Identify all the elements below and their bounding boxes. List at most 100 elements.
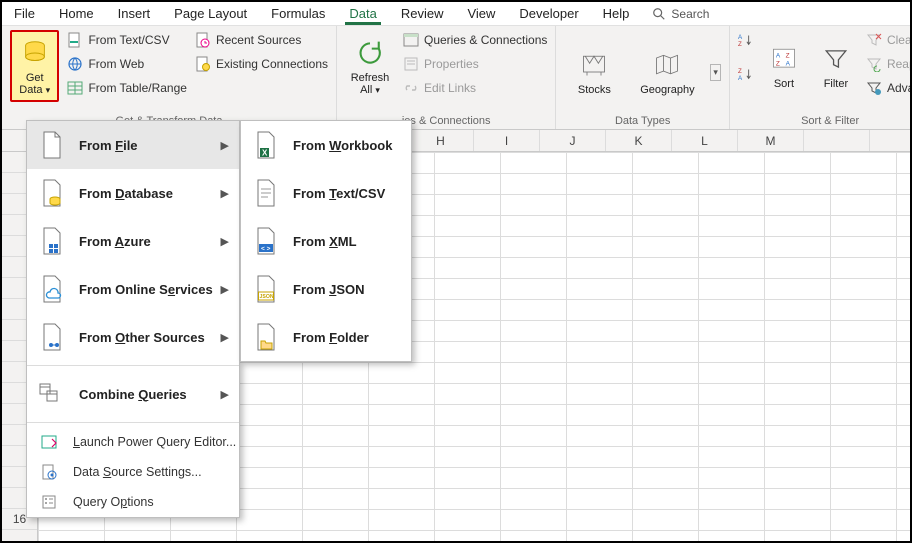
tab-review[interactable]: Review: [389, 3, 456, 24]
connection-icon: [195, 56, 211, 72]
file-db-icon: [39, 178, 65, 208]
from-web-button[interactable]: From Web: [67, 54, 187, 74]
stocks-icon: [578, 49, 610, 81]
clear-filter-button: Clear: [866, 30, 912, 50]
geography-button[interactable]: Geography: [632, 36, 702, 108]
sort-desc-icon: ZA: [738, 66, 754, 82]
svg-text:Z: Z: [738, 41, 742, 48]
filter-button[interactable]: Filter: [814, 30, 858, 102]
tab-pagelayout[interactable]: Page Layout: [162, 3, 259, 24]
properties-icon: [403, 56, 419, 72]
queries-connections-button[interactable]: Queries & Connections: [403, 30, 547, 50]
svg-text:Z: Z: [738, 68, 742, 75]
chevron-right-icon: ▶: [221, 235, 229, 248]
ribbon-tabs: File Home Insert Page Layout Formulas Da…: [2, 2, 910, 26]
reapply-button: Reapp: [866, 54, 912, 74]
file-csv-icon: [67, 32, 83, 48]
menu-from-online-services[interactable]: From Online Services ▶: [27, 265, 239, 313]
menu-from-azure[interactable]: From Azure ▶: [27, 217, 239, 265]
svg-text:Z: Z: [776, 60, 780, 67]
sort-button[interactable]: AZZA Sort: [762, 30, 806, 102]
search-box[interactable]: Search: [641, 3, 719, 25]
group-label-datatypes: Data Types: [564, 114, 721, 127]
search-icon: [651, 6, 667, 22]
reapply-icon: [866, 56, 882, 72]
existing-connections-button[interactable]: Existing Connections: [195, 54, 328, 74]
advanced-filter-button[interactable]: Advan: [866, 78, 912, 98]
link-icon: [403, 80, 419, 96]
group-label-sortfilter: Sort & Filter: [738, 114, 912, 127]
chevron-right-icon: ▶: [221, 283, 229, 296]
group-sort-filter: AZ ZA AZZA Sort Filter: [730, 26, 912, 129]
svg-text:A: A: [738, 75, 743, 82]
file-xml-icon: < >: [253, 226, 279, 256]
table-icon: [67, 80, 83, 96]
submenu-from-textcsv[interactable]: From Text/CSV: [241, 169, 411, 217]
map-icon: [651, 49, 683, 81]
queries-icon: [403, 32, 419, 48]
advanced-icon: [866, 80, 882, 96]
svg-text:A: A: [738, 34, 743, 41]
database-icon: [19, 37, 51, 69]
combine-icon: [39, 379, 65, 409]
submenu-from-xml[interactable]: < > From XML: [241, 217, 411, 265]
pq-editor-icon: [39, 432, 59, 452]
options-icon: [39, 492, 59, 512]
sort-asc-icon: AZ: [738, 32, 754, 48]
menu-from-database[interactable]: From Database ▶: [27, 169, 239, 217]
tab-formulas[interactable]: Formulas: [259, 3, 337, 24]
tab-view[interactable]: View: [455, 3, 507, 24]
submenu-from-json[interactable]: JSON From JSON: [241, 265, 411, 313]
menu-from-other-sources[interactable]: From Other Sources ▶: [27, 313, 239, 361]
file-folder-icon: [253, 322, 279, 352]
svg-text:A: A: [776, 52, 781, 59]
svg-text:JSON: JSON: [260, 294, 274, 300]
chevron-right-icon: ▶: [221, 139, 229, 152]
menu-query-options[interactable]: Query Options: [27, 487, 239, 517]
sort-desc-button[interactable]: ZA: [738, 64, 754, 84]
properties-button: Properties: [403, 54, 547, 74]
from-table-range-button[interactable]: From Table/Range: [67, 78, 187, 98]
menu-combine-queries[interactable]: Combine Queries ▶: [27, 370, 239, 418]
datatypes-expand-button[interactable]: ▾: [710, 64, 721, 81]
stocks-button[interactable]: Stocks: [564, 36, 624, 108]
tab-data[interactable]: Data: [337, 3, 388, 24]
clear-icon: [866, 32, 882, 48]
tab-file[interactable]: File: [2, 3, 47, 24]
file-text-icon: [253, 178, 279, 208]
recent-icon: [195, 32, 211, 48]
funnel-icon: [820, 43, 852, 75]
chevron-right-icon: ▶: [221, 388, 229, 401]
menu-data-source-settings[interactable]: Data Source Settings...: [27, 457, 239, 487]
recent-sources-button[interactable]: Recent Sources: [195, 30, 328, 50]
group-data-types: Stocks Geography ▾ Data Types: [556, 26, 730, 129]
refresh-all-button[interactable]: RefreshAll ▾: [345, 30, 395, 102]
tab-developer[interactable]: Developer: [507, 3, 590, 24]
refresh-icon: [354, 37, 386, 69]
ribbon: GetData ▾ From Text/CSV From Web From Ta…: [2, 26, 910, 130]
file-excel-icon: X: [253, 130, 279, 160]
file-json-icon: JSON: [253, 274, 279, 304]
get-data-button[interactable]: GetData ▾: [10, 30, 59, 102]
sort-asc-button[interactable]: AZ: [738, 30, 754, 50]
svg-text:< >: < >: [261, 246, 271, 253]
from-textcsv-button[interactable]: From Text/CSV: [67, 30, 187, 50]
submenu-from-workbook[interactable]: X From Workbook: [241, 121, 411, 169]
menu-launch-pq-editor[interactable]: Launch Power Query Editor...: [27, 427, 239, 457]
ds-settings-icon: [39, 462, 59, 482]
search-label: Search: [671, 7, 709, 21]
file-azure-icon: [39, 226, 65, 256]
from-file-submenu: X From Workbook From Text/CSV < > From X…: [240, 120, 412, 362]
tab-help[interactable]: Help: [591, 3, 642, 24]
svg-text:A: A: [786, 60, 791, 67]
file-other-icon: [39, 322, 65, 352]
tab-home[interactable]: Home: [47, 3, 106, 24]
get-data-menu: From File ▶ From Database ▶ From Azure ▶…: [26, 120, 240, 518]
svg-text:X: X: [262, 149, 268, 158]
menu-from-file[interactable]: From File ▶: [27, 121, 239, 169]
group-get-transform: GetData ▾ From Text/CSV From Web From Ta…: [2, 26, 337, 129]
file-cloud-icon: [39, 274, 65, 304]
tab-insert[interactable]: Insert: [106, 3, 163, 24]
submenu-from-folder[interactable]: From Folder: [241, 313, 411, 361]
globe-icon: [67, 56, 83, 72]
